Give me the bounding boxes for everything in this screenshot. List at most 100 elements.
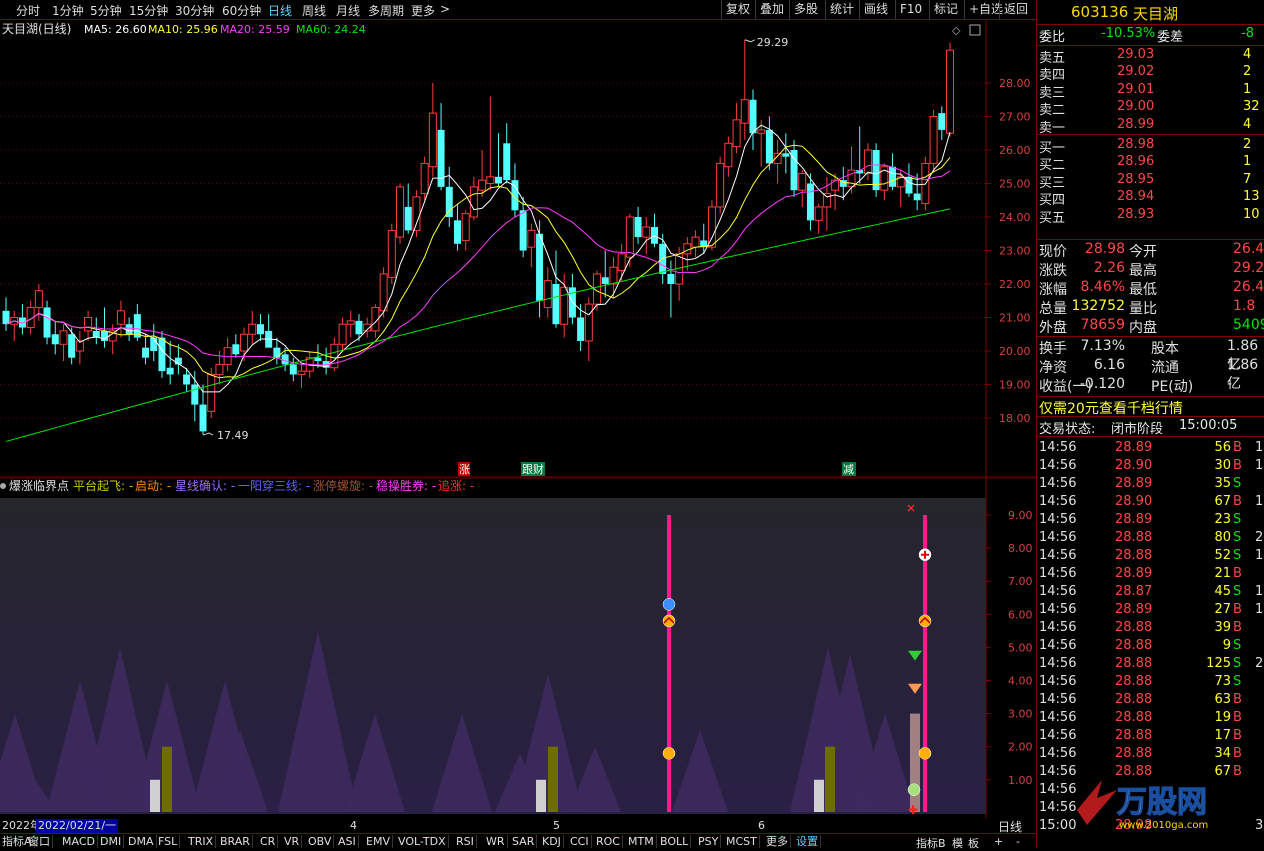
candle-body [396, 186, 405, 238]
candle-body [946, 49, 954, 134]
toolbar-button-4[interactable]: 画线 [859, 0, 892, 19]
indicator-chart[interactable]: 爆涨临界点 平台起飞: - 启动: - 星线确认: - 一阳穿三线: - 涨停螺旋: -稳… [0, 478, 1036, 818]
stat-row-1: 涨跌 2.26 最高 29.2 [1037, 260, 1264, 279]
bottom-right-btn-2[interactable]: 板 [968, 835, 979, 851]
indicator-tab-15[interactable]: WR [484, 835, 508, 848]
period-tab-6[interactable]: 日线 [268, 2, 292, 19]
tick-side: B [1233, 746, 1242, 761]
indicator-tab-9[interactable]: VR [282, 835, 303, 848]
period-tab-1[interactable]: 1分钟 [52, 2, 84, 19]
period-tab-10[interactable]: 更多 [411, 2, 435, 19]
period-tab-0[interactable]: 分时 [16, 2, 40, 19]
tick-count: 1 [1255, 602, 1264, 617]
stat-label-2: 今开 [1129, 244, 1157, 260]
candle-body [355, 320, 363, 335]
candle-body [584, 303, 593, 342]
zoom-in-button[interactable]: + [994, 835, 1003, 848]
toolbar-button-5[interactable]: F10 [895, 0, 926, 19]
indicator-tab-11[interactable]: ASI [336, 835, 359, 848]
signal-bar [814, 779, 824, 812]
indicator-tab-7[interactable]: BRAR [218, 835, 253, 848]
order-label: 买二 [1039, 158, 1066, 174]
toolbar-button-0[interactable]: 复权 [721, 0, 754, 19]
tick-row-1: 14:56 28.90 30 B 1 [1037, 458, 1264, 476]
indicator-tab-22[interactable]: PSY [696, 835, 722, 848]
order-volume: 1 [1243, 81, 1252, 97]
zoom-out-button[interactable]: - [1016, 835, 1020, 848]
indicator-tab-24[interactable]: 更多 [764, 835, 791, 848]
watermark-logo: 万股网 www.2010ga.com [1057, 770, 1257, 840]
indicator-tab-23[interactable]: MCST [724, 835, 760, 848]
period-tab-8[interactable]: 月线 [336, 2, 360, 19]
candle-body [150, 337, 158, 351]
toolbar-button-8[interactable]: 返回 [999, 0, 1032, 19]
indicator-tab-12[interactable]: EMV [364, 835, 393, 848]
order-row-1: 卖四 29.02 2 [1037, 64, 1264, 83]
candle-body [420, 162, 429, 195]
stock-code: 603136 [1071, 3, 1129, 21]
stat2-label-2: 股本 [1151, 341, 1179, 357]
tick-row-5: 14:56 28.88 80 S 2 [1037, 530, 1264, 548]
candle-body [478, 179, 487, 191]
period-tab-3[interactable]: 15分钟 [129, 2, 168, 19]
toolbar-button-3[interactable]: 统计 [825, 0, 858, 19]
indicator-tab-1[interactable]: 窗口 [26, 835, 53, 848]
period-tab-5[interactable]: 60分钟 [222, 2, 261, 19]
tick-volume: 17 [1214, 728, 1231, 743]
indicator-tab-5[interactable]: FSL [156, 835, 181, 848]
candle-body [519, 210, 527, 251]
order-row-3: 卖二 29.00 32 [1037, 99, 1264, 118]
indicator-tab-2[interactable]: MACD [60, 835, 98, 848]
period-tab-4[interactable]: 30分钟 [175, 2, 214, 19]
indicator-tab-8[interactable]: CR [258, 835, 279, 848]
order-price: 28.93 [1117, 206, 1155, 222]
toolbar-button-6[interactable]: 标记 [929, 0, 962, 19]
indicator-tab-14[interactable]: RSI [454, 835, 477, 848]
chart-title: 天目湖(日线) [2, 21, 71, 36]
bottom-tabs-bar: 2022年 2022/02/21/一 4 5 6 日线 指标A 窗口 MACD DMI DMA FSL… [0, 818, 1036, 851]
order-price: 29.03 [1117, 47, 1155, 62]
tick-row-15: 14:56 28.88 19 B [1037, 710, 1264, 728]
tick-count: 1 [1255, 548, 1264, 563]
indicator-legend-5: 稳操胜券: - [376, 478, 436, 493]
ma-label-2: MA20: 25.59 [220, 23, 290, 36]
indicator-legend-2: 星线确认: - [175, 479, 235, 493]
promo-link[interactable]: 仅需20元查看千档行情 [1039, 398, 1183, 418]
toolbar-button-2[interactable]: 多股 [789, 0, 822, 19]
indicator-tab-6[interactable]: TRIX [186, 835, 217, 848]
signal-bar [825, 746, 835, 812]
candle-body [560, 286, 569, 325]
tick-row-9: 14:56 28.89 27 B 1 [1037, 602, 1264, 620]
indicator-tab-13[interactable]: VOL-TDX [396, 835, 449, 848]
period-tab-2[interactable]: 5分钟 [90, 2, 122, 19]
order-row-6: 买二 28.96 1 [1037, 154, 1264, 174]
indicator-tab-25[interactable]: 设置 [794, 835, 821, 848]
candle-body [346, 320, 355, 325]
period-tab-9[interactable]: 多周期 [368, 2, 404, 19]
tick-count: 2 [1255, 656, 1264, 671]
order-row-9: 买五 28.93 10 [1037, 206, 1264, 226]
indicator-tab-10[interactable]: OBV [306, 835, 335, 848]
candle-body [232, 344, 240, 355]
indicator-tab-4[interactable]: DMA [126, 835, 157, 848]
order-price: 28.99 [1117, 116, 1155, 132]
candle-body [905, 176, 913, 194]
bottom-right-btn-1[interactable]: 模 [952, 835, 963, 851]
candlestick-chart[interactable]: 28.00 27.00 26.00 25.00 24.00 23.00 22.00 21.00… [0, 20, 1036, 478]
quote-panel: 603136 天目湖 委比 -10.53% 委差 -8 卖五 29.03 4 卖四 29… [1036, 0, 1264, 848]
indicator-tab-17[interactable]: KDJ [540, 835, 564, 848]
toolbar-button-1[interactable]: 叠加 [755, 0, 788, 19]
indicator-tab-19[interactable]: ROC [594, 835, 623, 848]
indicator-tick-3: 6.00 [1008, 608, 1033, 621]
bottom-right-btn-0[interactable]: 指标B [916, 835, 946, 851]
indicator-tab-21[interactable]: BOLL [658, 835, 692, 848]
indicator-tab-3[interactable]: DMI [98, 835, 125, 848]
indicator-tab-20[interactable]: MTM [626, 835, 657, 848]
butterfly-icon: ✕ [906, 501, 916, 515]
indicator-tab-16[interactable]: SAR [510, 835, 538, 848]
tick-price: 28.88 [1115, 728, 1153, 743]
more-chevron-icon[interactable]: > [440, 2, 450, 16]
period-tab-7[interactable]: 周线 [302, 2, 326, 19]
stat-value: 28.98 [1084, 241, 1125, 257]
indicator-tab-18[interactable]: CCI [568, 835, 592, 848]
